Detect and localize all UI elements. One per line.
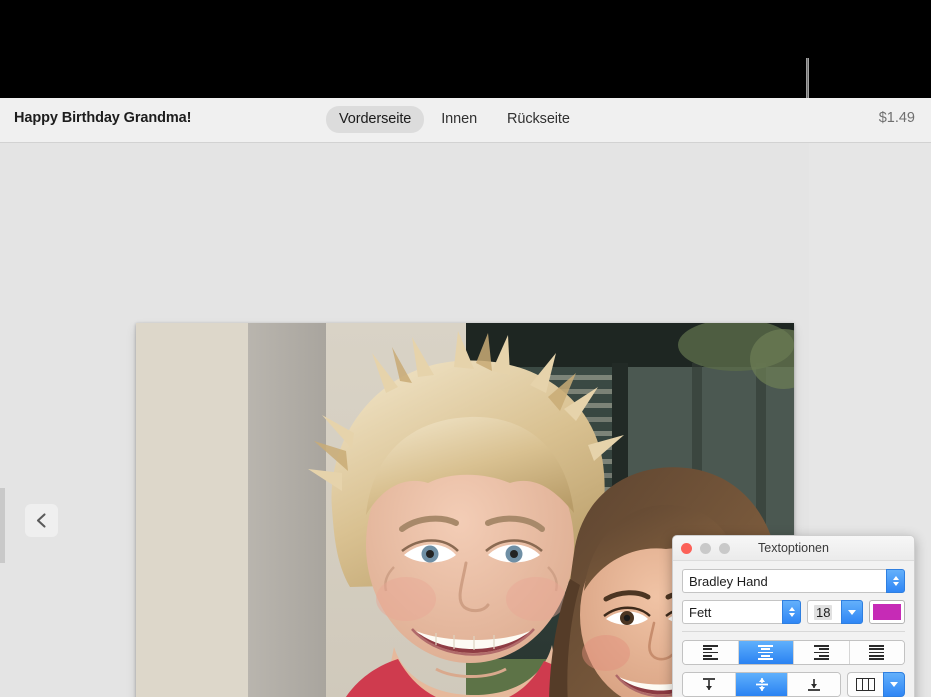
minimize-icon[interactable]	[700, 543, 711, 554]
font-style-field[interactable]: Fett	[682, 600, 782, 624]
panel-titlebar[interactable]: Textoptionen	[673, 536, 914, 561]
font-combo[interactable]: Bradley Hand	[682, 569, 905, 593]
tab-vorderseite[interactable]: Vorderseite	[326, 106, 424, 133]
panel-body: Bradley Hand Fett	[673, 561, 914, 697]
align-right-icon	[814, 645, 829, 659]
font-style-stepper-icon[interactable]	[782, 600, 801, 624]
card-side-tabs: Vorderseite Innen Rückseite	[326, 106, 583, 133]
paragraph-alignment-row	[682, 640, 905, 665]
align-justify-button[interactable]	[850, 641, 905, 664]
price-label: $1.49	[879, 110, 915, 126]
chevron-left-icon	[35, 512, 48, 529]
text-options-panel: Textoptionen Bradley Hand Fett	[672, 535, 915, 697]
page-title: Happy Birthday Grandma!	[14, 110, 191, 126]
style-size-color-row: Fett 18	[682, 600, 905, 624]
columns-dropdown-chevron-down-icon[interactable]	[883, 672, 905, 697]
align-bottom-icon	[806, 677, 822, 692]
align-top-button[interactable]	[683, 673, 736, 696]
align-center-button[interactable]	[739, 641, 795, 664]
app-window: Happy Birthday Grandma! Vorderseite Inne…	[0, 0, 931, 697]
align-left-icon	[703, 645, 718, 659]
back-button[interactable]	[25, 504, 58, 537]
align-right-button[interactable]	[794, 641, 850, 664]
align-top-icon	[701, 677, 717, 692]
font-size-field[interactable]: 18	[807, 600, 841, 624]
font-name-field[interactable]: Bradley Hand	[682, 569, 886, 593]
zoom-icon[interactable]	[719, 543, 730, 554]
paragraph-alignment-group	[682, 640, 905, 665]
panel-divider	[682, 631, 905, 632]
align-left-button[interactable]	[683, 641, 739, 664]
font-size-combo[interactable]: 18	[807, 600, 863, 624]
text-color-swatch[interactable]	[869, 600, 905, 624]
align-middle-button[interactable]	[736, 673, 789, 696]
color-fill	[873, 604, 901, 620]
font-row: Bradley Hand	[682, 569, 905, 593]
font-style-combo[interactable]: Fett	[682, 600, 801, 624]
vertical-alignment-group	[682, 672, 841, 697]
editor-canvas: HAPPY BIRTHDAY GRANDMA Optionen Textopti…	[0, 143, 931, 697]
app-header: Happy Birthday Grandma! Vorderseite Inne…	[0, 98, 931, 143]
desktop-background	[0, 0, 931, 98]
tab-rueckseite[interactable]: Rückseite	[494, 106, 583, 133]
close-icon[interactable]	[681, 543, 692, 554]
align-justify-icon	[869, 645, 884, 659]
align-bottom-button[interactable]	[788, 673, 840, 696]
canvas-left-edge	[0, 488, 5, 563]
columns-icon	[856, 678, 875, 691]
columns-display[interactable]	[847, 672, 883, 697]
tab-innen[interactable]: Innen	[428, 106, 490, 133]
align-center-icon	[758, 645, 773, 659]
window-controls	[681, 543, 730, 554]
vertical-alignment-row	[682, 672, 905, 697]
font-stepper-icon[interactable]	[886, 569, 905, 593]
columns-control	[847, 672, 905, 697]
align-middle-icon	[754, 677, 770, 692]
font-size-value: 18	[814, 605, 832, 620]
chevron-down-icon[interactable]	[841, 600, 863, 624]
